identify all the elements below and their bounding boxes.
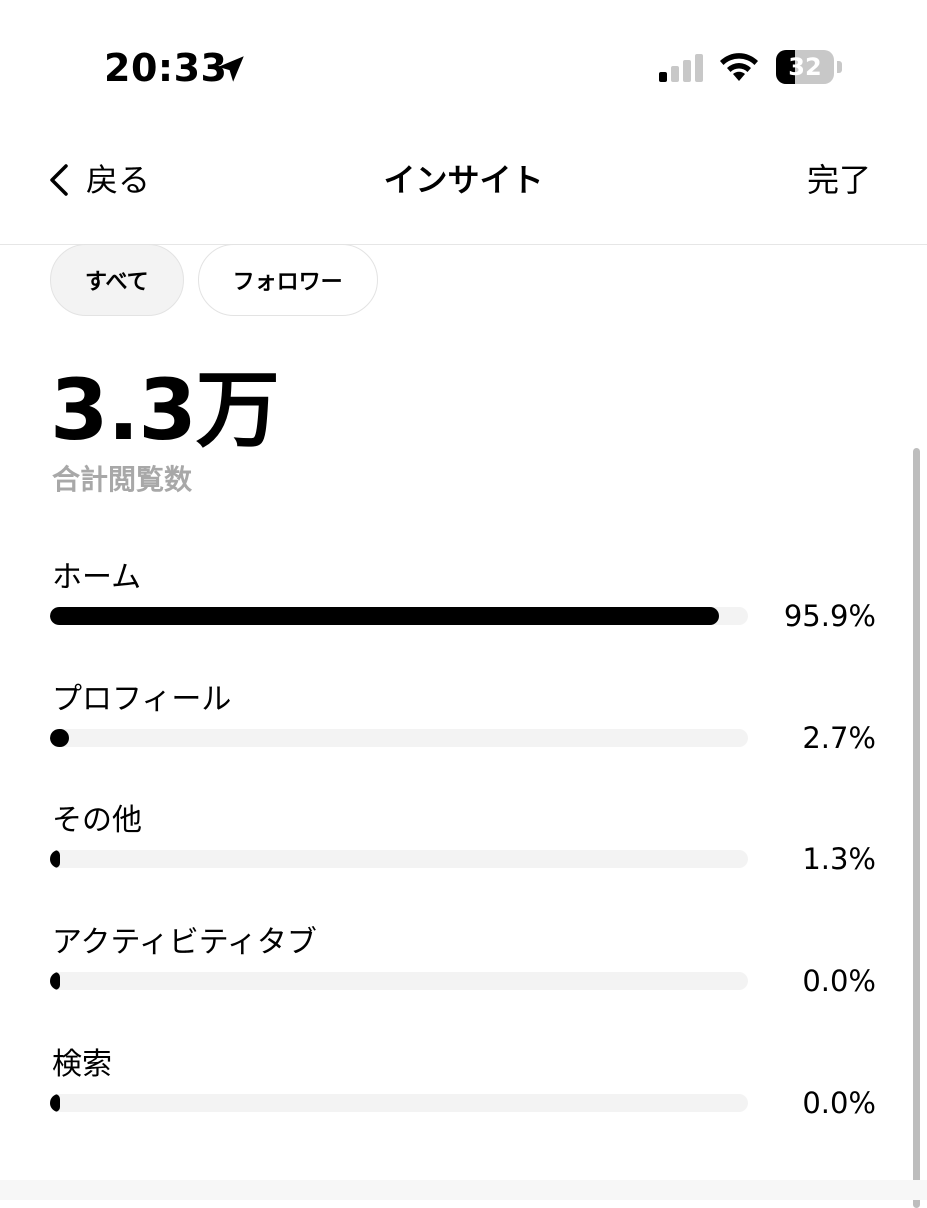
total-views-value: 3.3万 [50,361,280,459]
progress-bar-fill [50,972,60,990]
scrollbar[interactable] [913,448,920,1208]
page-title: インサイト [383,161,544,199]
progress-bar-fill [50,850,60,868]
filter-chips: すべて フォロワー [50,244,378,318]
battery-icon: 32 [776,50,844,84]
row-percent: 1.3% [802,842,876,876]
breakdown-row-other: その他 1.3% [50,801,880,891]
breakdown-row-home: ホーム 95.9% [50,558,880,648]
row-label: その他 [52,803,142,838]
progress-bar-track [50,1094,748,1112]
battery-body: 32 [776,50,834,84]
progress-bar-track [50,729,748,747]
location-arrow-icon [218,56,244,82]
row-percent: 95.9% [783,599,876,633]
breakdown-row-search: 検索 0.0% [50,1045,880,1135]
status-time: 20:33 [104,46,228,90]
signal-bar [695,54,703,82]
status-bar: 20:33 32 [0,0,927,130]
total-views-label: 合計閲覧数 [52,463,193,496]
done-button[interactable]: 完了 [807,156,871,204]
row-label: ホーム [52,560,142,595]
row-label: 検索 [52,1047,112,1082]
bottom-divider [0,1180,927,1200]
battery-tip [837,61,842,73]
row-percent: 0.0% [802,1086,876,1120]
breakdown-row-activity-tab: アクティビティタブ 0.0% [50,923,880,1013]
progress-bar-track [50,972,748,990]
row-label: プロフィール [52,682,232,717]
signal-bar [671,66,679,82]
row-percent: 0.0% [802,964,876,998]
row-percent: 2.7% [802,721,876,755]
battery-level: 32 [788,53,822,81]
filter-chip-all[interactable]: すべて [50,244,184,316]
progress-bar-track [50,850,748,868]
filter-chip-followers[interactable]: フォロワー [197,244,378,316]
progress-bar-track [50,607,748,625]
cellular-signal-icon [659,54,703,82]
progress-bar-fill [50,729,69,747]
progress-bar-fill [50,607,720,625]
signal-bar [683,60,691,82]
row-label: アクティビティタブ [52,925,317,960]
signal-bar [659,72,667,82]
nav-bar: 戻る インサイト 完了 [0,130,927,245]
progress-bar-fill [50,1094,60,1112]
breakdown-row-profile: プロフィール 2.7% [50,680,880,770]
wifi-icon [720,53,758,81]
